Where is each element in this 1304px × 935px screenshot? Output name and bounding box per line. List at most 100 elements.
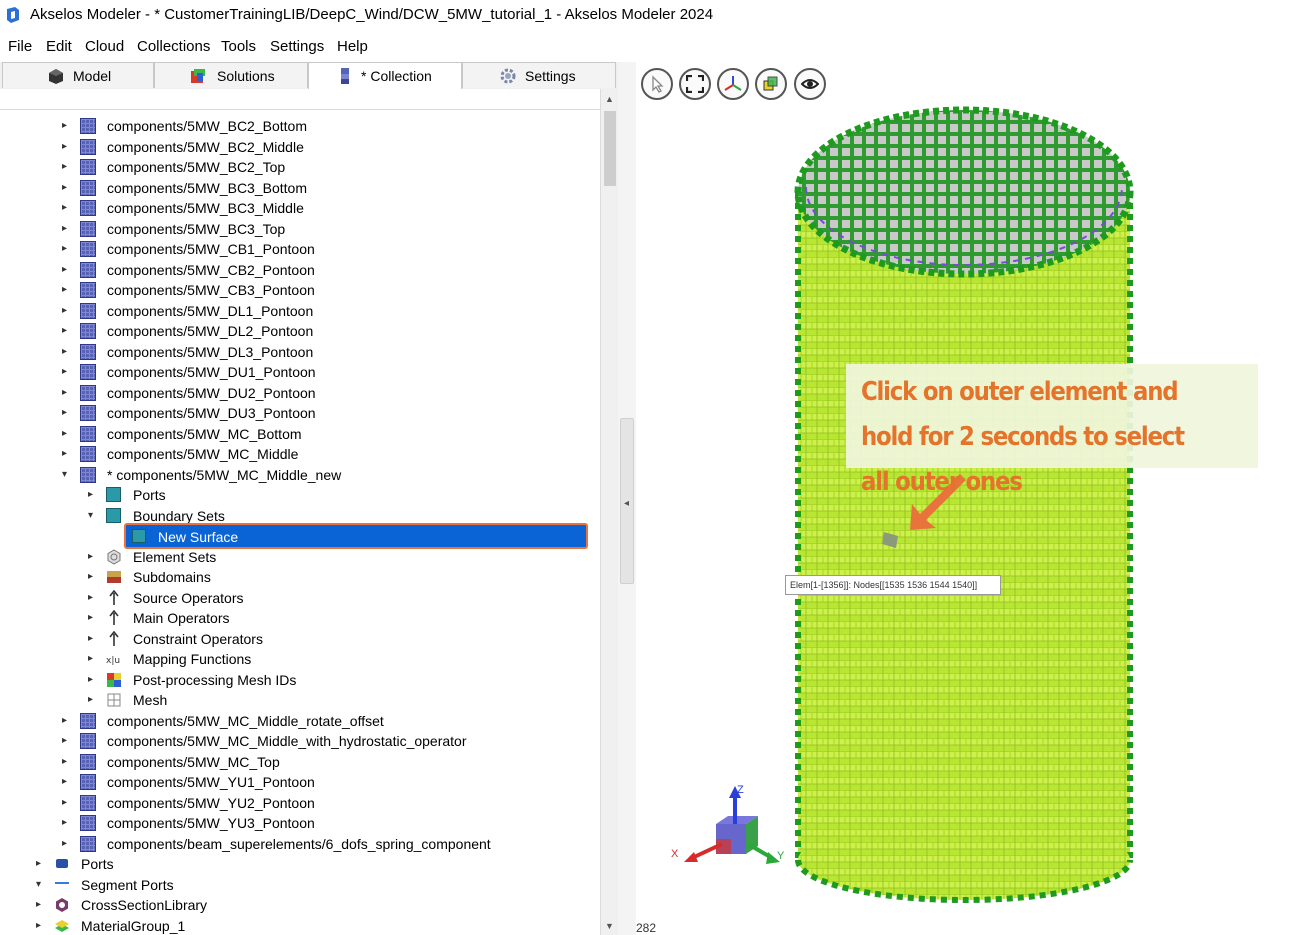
tree-item-component[interactable]: ▸ components/5MW_MC_Middle_with_hydrostat…: [0, 732, 598, 752]
expand-arrow-icon[interactable]: ▸: [62, 141, 72, 153]
expand-arrow-icon[interactable]: ▸: [62, 428, 72, 440]
tree-item-component[interactable]: ▸ components/5MW_BC3_Top: [0, 220, 598, 240]
tree-item-component[interactable]: ▸ components/5MW_DL3_Pontoon: [0, 343, 598, 363]
3d-viewport[interactable]: Z X Y Click on outer element and hold fo…: [636, 62, 1304, 935]
tree-item-source-operators[interactable]: ▸ Source Operators: [0, 589, 598, 609]
menu-file[interactable]: File: [8, 38, 32, 55]
expand-arrow-icon[interactable]: ▸: [62, 243, 72, 255]
tree-item-new-surface[interactable]: New Surface: [124, 523, 588, 549]
tree-item-segment-ports[interactable]: ▾ Segment Ports: [0, 876, 598, 896]
expand-arrow-icon[interactable]: ▸: [62, 346, 72, 358]
tree-item-material-group[interactable]: ▸ MaterialGroup_1: [0, 917, 598, 935]
expand-arrow-icon[interactable]: ▸: [62, 715, 72, 727]
expand-arrow-icon[interactable]: ▸: [62, 387, 72, 399]
tree-item-mapping-functions[interactable]: ▸ x|u Mapping Functions: [0, 650, 598, 670]
expand-arrow-icon[interactable]: ▸: [62, 284, 72, 296]
tree-item-element-sets[interactable]: ▸ Element Sets: [0, 548, 598, 568]
tree-item-constraint-operators[interactable]: ▸ Constraint Operators: [0, 630, 598, 650]
expand-arrow-icon[interactable]: ▸: [62, 838, 72, 850]
tree-item-ports[interactable]: ▸ Ports: [0, 486, 598, 506]
expand-arrow-icon[interactable]: ▸: [62, 182, 72, 194]
axis-x-label: X: [671, 848, 679, 860]
expand-arrow-icon[interactable]: ▸: [88, 674, 98, 686]
expand-arrow-icon[interactable]: ▸: [88, 633, 98, 645]
tree-item-component[interactable]: ▸ components/5MW_CB3_Pontoon: [0, 281, 598, 301]
tree-item-component[interactable]: ▸ components/5MW_MC_Bottom: [0, 425, 598, 445]
expand-arrow-icon[interactable]: ▸: [62, 202, 72, 214]
collapse-arrow-icon[interactable]: ▾: [62, 469, 72, 481]
expand-arrow-icon[interactable]: ▸: [88, 653, 98, 665]
expand-arrow-icon[interactable]: ▸: [36, 858, 46, 870]
expand-arrow-icon[interactable]: ▸: [88, 592, 98, 604]
tree-item-component[interactable]: ▸ components/5MW_CB2_Pontoon: [0, 261, 598, 281]
tab-collection[interactable]: * Collection: [308, 62, 462, 90]
expand-arrow-icon[interactable]: ▸: [62, 448, 72, 460]
tree-filter-bar[interactable]: [0, 89, 600, 110]
expand-arrow-icon[interactable]: ▸: [62, 756, 72, 768]
tree-item-component[interactable]: ▸ components/5MW_YU2_Pontoon: [0, 794, 598, 814]
tree-item-component[interactable]: ▸ components/5MW_MC_Middle: [0, 445, 598, 465]
menu-tools[interactable]: Tools: [221, 38, 256, 55]
tree-item-component[interactable]: ▸ components/5MW_BC2_Top: [0, 158, 598, 178]
tree-item-component[interactable]: ▸ components/5MW_DL2_Pontoon: [0, 322, 598, 342]
tree-item-component[interactable]: ▸ components/5MW_DU2_Pontoon: [0, 384, 598, 404]
menu-edit[interactable]: Edit: [46, 38, 72, 55]
tree-item-mesh[interactable]: ▸ Mesh: [0, 691, 598, 711]
tree-item-component[interactable]: ▸ components/5MW_DL1_Pontoon: [0, 302, 598, 322]
expand-arrow-icon[interactable]: ▸: [62, 797, 72, 809]
scroll-down-icon[interactable]: ▼: [605, 921, 614, 931]
tab-model[interactable]: Model: [2, 62, 154, 88]
expand-arrow-icon[interactable]: ▸: [36, 899, 46, 911]
menu-collections[interactable]: Collections: [137, 38, 210, 55]
cylinder-outer-surface[interactable]: [798, 192, 1130, 860]
expand-arrow-icon[interactable]: ▸: [62, 223, 72, 235]
tree-item-component[interactable]: ▸ components/5MW_MC_Middle_rotate_offset: [0, 712, 598, 732]
expand-arrow-icon[interactable]: ▸: [62, 817, 72, 829]
menu-settings[interactable]: Settings: [270, 38, 324, 55]
tree-item-label: components/5MW_DL3_Pontoon: [107, 344, 314, 360]
expand-arrow-icon[interactable]: ▸: [88, 489, 98, 501]
expand-arrow-icon[interactable]: ▸: [62, 407, 72, 419]
expand-arrow-icon[interactable]: ▸: [88, 612, 98, 624]
tree-item-component[interactable]: ▸ components/5MW_BC3_Bottom: [0, 179, 598, 199]
tree-item-component[interactable]: ▸ components/beam_superelements/6_dofs_sp…: [0, 835, 598, 855]
menu-help[interactable]: Help: [337, 38, 368, 55]
tree-item-component[interactable]: ▸ components/5MW_YU1_Pontoon: [0, 773, 598, 793]
expand-arrow-icon[interactable]: ▸: [62, 305, 72, 317]
tree-item-component[interactable]: ▸ components/5MW_DU3_Pontoon: [0, 404, 598, 424]
tree-item-component[interactable]: ▸ components/5MW_BC2_Bottom: [0, 117, 598, 137]
collapse-arrow-icon[interactable]: ▾: [88, 510, 98, 522]
scroll-thumb[interactable]: [604, 111, 616, 186]
expand-arrow-icon[interactable]: ▸: [62, 735, 72, 747]
tab-solutions[interactable]: Solutions: [154, 62, 308, 88]
tab-settings[interactable]: Settings: [462, 62, 616, 88]
expand-arrow-icon[interactable]: ▸: [62, 264, 72, 276]
expand-arrow-icon[interactable]: ▸: [62, 325, 72, 337]
tree-item-component[interactable]: ▸ components/5MW_YU3_Pontoon: [0, 814, 598, 834]
expand-arrow-icon[interactable]: ▸: [88, 571, 98, 583]
tree-item-component[interactable]: ▸ components/5MW_BC2_Middle: [0, 138, 598, 158]
expand-arrow-icon[interactable]: ▸: [62, 161, 72, 173]
tree-item-cross-section-library[interactable]: ▸ CrossSectionLibrary: [0, 896, 598, 916]
menu-cloud[interactable]: Cloud: [85, 38, 124, 55]
tree-item-component[interactable]: ▸ components/5MW_DU1_Pontoon: [0, 363, 598, 383]
expand-arrow-icon[interactable]: ▸: [88, 551, 98, 563]
expand-arrow-icon[interactable]: ▸: [62, 366, 72, 378]
tree-item-component[interactable]: ▸ components/5MW_MC_Top: [0, 753, 598, 773]
tree-item-component[interactable]: ▸ components/5MW_CB1_Pontoon: [0, 240, 598, 260]
tree-item-root-ports[interactable]: ▸ Ports: [0, 855, 598, 875]
collapse-arrow-icon[interactable]: ▾: [36, 879, 46, 891]
expand-arrow-icon[interactable]: ▸: [88, 694, 98, 706]
panel-splitter[interactable]: ◂: [618, 62, 636, 935]
expand-arrow-icon[interactable]: ▸: [62, 120, 72, 132]
scroll-up-icon[interactable]: ▲: [605, 94, 614, 104]
tree-item-main-operators[interactable]: ▸ Main Operators: [0, 609, 598, 629]
expand-arrow-icon[interactable]: ▸: [62, 776, 72, 788]
collapse-handle-icon[interactable]: ◂: [624, 498, 629, 509]
tree-item-component-expanded[interactable]: ▾ * components/5MW_MC_Middle_new: [0, 466, 598, 486]
tree-scrollbar[interactable]: ▲ ▼: [600, 89, 618, 935]
expand-arrow-icon[interactable]: ▸: [36, 920, 46, 932]
tree-item-subdomains[interactable]: ▸ Subdomains: [0, 568, 598, 588]
tree-item-component[interactable]: ▸ components/5MW_BC3_Middle: [0, 199, 598, 219]
tree-item-post-processing[interactable]: ▸ Post-processing Mesh IDs: [0, 671, 598, 691]
